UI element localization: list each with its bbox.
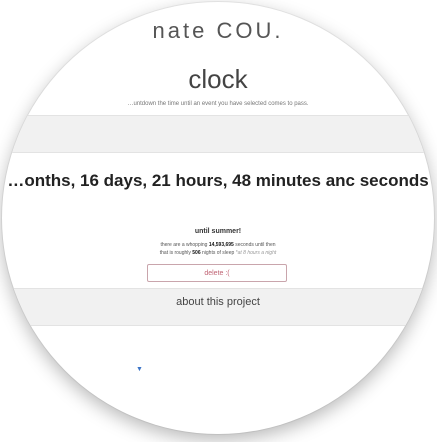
delete-button[interactable]: delete :( [147,264,287,282]
seconds-value: 14,593,695 [208,242,234,248]
sleep-detail: that is roughly 506 nights of sleep *at … [2,250,434,256]
countdown-display: …onths, 16 days, 21 hours, 48 minutes an… [7,171,429,190]
sleep-prefix: that is roughly [159,250,193,256]
seconds-detail: there are a whopping 14,593,695 seconds … [2,242,434,248]
page-headline-partial: nate COU. [152,18,284,43]
seconds-prefix: there are a whopping [160,242,209,248]
sleep-middle: nights of sleep [200,250,236,256]
event-name: until summer! [194,228,242,235]
sleep-note: *at 8 hours a night [235,250,277,256]
seconds-suffix: seconds until then [233,242,276,248]
sleep-nights: 506 [192,250,201,256]
about-project-link[interactable]: about this project [2,296,434,308]
page-title: clock [188,64,248,94]
magnified-page-view: nate COU. clock …untdown the time until … [2,2,434,434]
intro-text: …untdown the time until an event you hav… [127,101,309,107]
divider-band-top [2,115,434,153]
caret-down-icon[interactable]: ▼ [136,366,143,373]
